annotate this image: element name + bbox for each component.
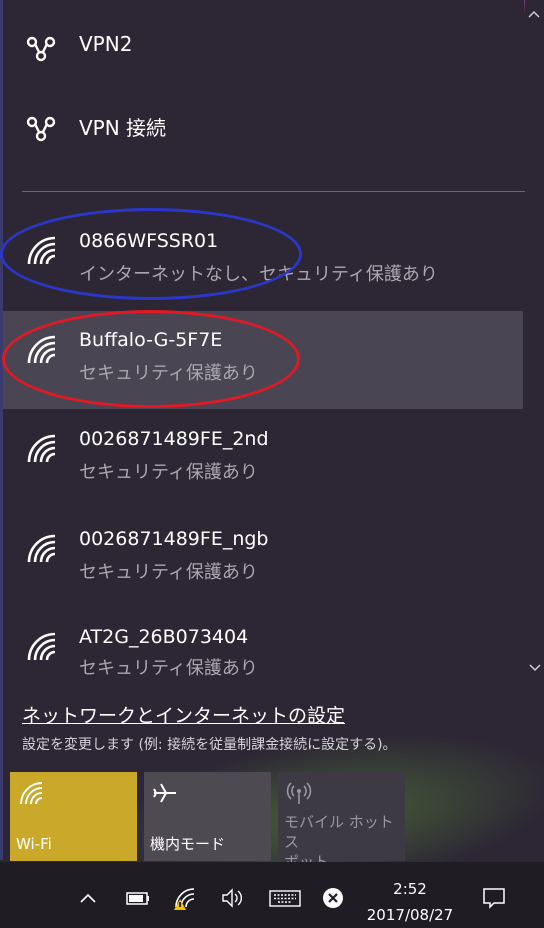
wifi-network-item[interactable]: 0026871489FE_ngb セキュリティ保護あり xyxy=(3,510,523,606)
vpn-item[interactable]: VPN2 xyxy=(3,20,523,72)
wifi-network-item[interactable]: AT2G_26B073404 セキュリティ保護あり xyxy=(3,608,523,684)
network-name: AT2G_26B073404 xyxy=(79,626,249,648)
hotspot-icon xyxy=(286,782,312,804)
network-name: 0026871489FE_ngb xyxy=(79,528,269,550)
battery-icon[interactable] xyxy=(124,885,152,911)
network-status: セキュリティ保護あり xyxy=(79,658,258,679)
wifi-tile[interactable]: Wi-Fi xyxy=(10,772,137,861)
network-name: 0026871489FE_2nd xyxy=(79,428,269,450)
wifi-signal-icon xyxy=(27,534,56,563)
network-status: セキュリティ保護あり xyxy=(79,562,258,583)
airplane-mode-tile-label: 機内モード xyxy=(150,835,226,853)
network-status: セキュリティ保護あり xyxy=(79,462,258,483)
close-circle-icon[interactable] xyxy=(320,885,346,911)
scrollbar[interactable] xyxy=(525,0,544,682)
wifi-network-item[interactable]: 0026871489FE_2nd セキュリティ保護あり xyxy=(3,410,523,506)
vpn-item[interactable]: VPN 接続 xyxy=(3,100,523,152)
wifi-signal-icon xyxy=(27,335,56,364)
wifi-network-item[interactable]: Buffalo-G-5F7E セキュリティ保護あり xyxy=(3,311,523,409)
network-name: Buffalo-G-5F7E xyxy=(79,329,223,351)
vpn-icon xyxy=(26,116,56,142)
wifi-signal-icon xyxy=(27,632,56,661)
clock-date: 2017/08/27 xyxy=(366,906,454,924)
wifi-signal-icon xyxy=(27,434,56,463)
keyboard-icon[interactable] xyxy=(268,885,302,911)
chevron-up-icon[interactable] xyxy=(78,885,98,911)
airplane-mode-tile[interactable]: 機内モード xyxy=(144,772,271,861)
network-status: インターネットなし、セキュリティ保護あり xyxy=(79,264,438,285)
vpn-label: VPN 接続 xyxy=(79,116,167,140)
wifi-signal-icon xyxy=(27,236,56,265)
divider xyxy=(22,191,525,192)
network-status: セキュリティ保護あり xyxy=(79,363,258,384)
clock-time: 2:52 xyxy=(393,880,427,898)
wifi-warning-icon[interactable] xyxy=(172,885,200,911)
wifi-tile-label: Wi-Fi xyxy=(16,835,52,853)
mobile-hotspot-tile[interactable]: モバイル ホットス ポット xyxy=(278,772,405,871)
wifi-network-item[interactable]: 0866WFSSR01 インターネットなし、セキュリティ保護あり xyxy=(3,212,523,308)
airplane-icon xyxy=(153,783,176,803)
scroll-up-arrow[interactable] xyxy=(527,10,541,18)
action-center-icon[interactable] xyxy=(480,885,508,911)
taskbar-clock[interactable]: 2:52 2017/08/27 xyxy=(360,876,460,928)
network-name: 0866WFSSR01 xyxy=(79,230,219,252)
vpn-icon xyxy=(26,36,56,62)
wifi-icon xyxy=(20,782,43,805)
scroll-down-arrow[interactable] xyxy=(528,664,542,672)
vpn-label: VPN2 xyxy=(79,32,133,56)
volume-icon[interactable] xyxy=(220,885,246,911)
network-settings-link[interactable]: ネットワークとインターネットの設定 xyxy=(22,701,345,728)
